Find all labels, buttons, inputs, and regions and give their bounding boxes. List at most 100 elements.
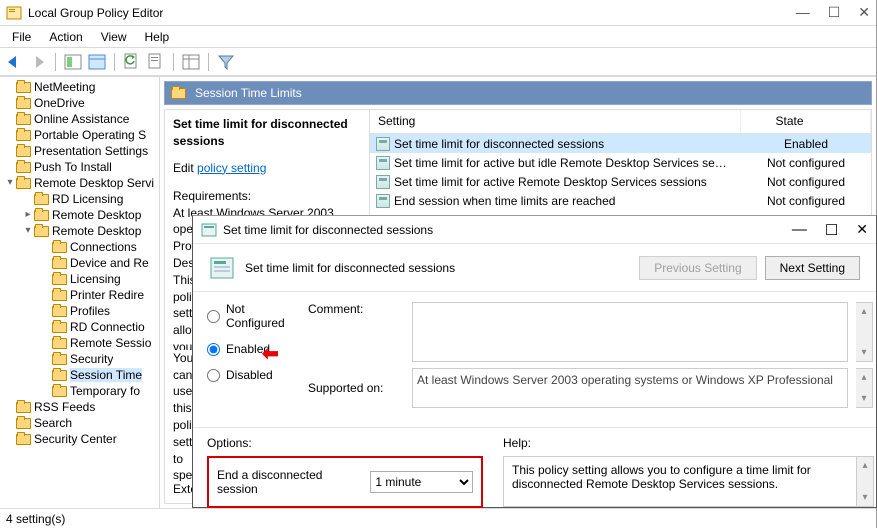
setting-row[interactable]: Set time limit for active but idle Remot… bbox=[370, 153, 871, 172]
tree-item[interactable]: Profiles bbox=[0, 303, 159, 319]
show-hide-tree-icon[interactable] bbox=[63, 52, 83, 72]
tree-item-label: Printer Redire bbox=[70, 288, 144, 302]
comment-textarea[interactable] bbox=[412, 302, 848, 362]
forward-icon bbox=[28, 52, 48, 72]
tree-item[interactable]: Online Assistance bbox=[0, 111, 159, 127]
tree-item-label: Licensing bbox=[70, 272, 121, 286]
dialog-subtitle: Set time limit for disconnected sessions bbox=[245, 261, 455, 275]
tree-item[interactable]: OneDrive bbox=[0, 95, 159, 111]
refresh-icon[interactable] bbox=[122, 52, 142, 72]
window-maximize-button[interactable]: ☐ bbox=[828, 4, 841, 21]
supported-on-text: At least Windows Server 2003 operating s… bbox=[412, 368, 848, 408]
annotation-arrow-icon: ➡ bbox=[262, 341, 279, 366]
tree-item[interactable]: Push To Install bbox=[0, 159, 159, 175]
folder-icon bbox=[52, 306, 67, 317]
tree-item[interactable]: Connections bbox=[0, 239, 159, 255]
tree-item-label: Security bbox=[70, 352, 113, 366]
setting-row[interactable]: End session when time limits are reached… bbox=[370, 191, 871, 210]
folder-icon bbox=[34, 194, 49, 205]
folder-icon bbox=[52, 258, 67, 269]
folder-icon bbox=[52, 354, 67, 365]
help-text: This policy setting allows you to config… bbox=[512, 463, 865, 500]
tree-item[interactable]: Search bbox=[0, 415, 159, 431]
tree-item[interactable]: Remote Sessio bbox=[0, 335, 159, 351]
policy-dialog: Set time limit for disconnected sessions… bbox=[192, 215, 877, 508]
tree-item[interactable]: Portable Operating S bbox=[0, 127, 159, 143]
setting-row[interactable]: Set time limit for disconnected sessions… bbox=[370, 134, 871, 153]
tree-item[interactable]: ▾ Remote Desktop Servi bbox=[0, 175, 159, 191]
tree-item[interactable]: Temporary fo bbox=[0, 383, 159, 399]
tree-item[interactable]: Licensing bbox=[0, 271, 159, 287]
back-icon[interactable] bbox=[4, 52, 24, 72]
menu-file[interactable]: File bbox=[4, 28, 39, 46]
tree-item[interactable]: ▾Remote Desktop bbox=[0, 223, 159, 239]
dialog-close-button[interactable]: ✕ bbox=[856, 221, 868, 239]
edit-policy-link[interactable]: policy setting bbox=[197, 161, 266, 175]
tree-item-label: Device and Re bbox=[70, 256, 149, 270]
tree-item-label: RD Licensing bbox=[52, 192, 123, 206]
menubar: File Action View Help bbox=[0, 26, 876, 48]
nav-tree[interactable]: NetMeetingOneDriveOnline AssistancePorta… bbox=[0, 77, 160, 508]
tree-item[interactable]: Security Center bbox=[0, 431, 159, 447]
tree-item[interactable]: Security bbox=[0, 351, 159, 367]
dialog-minimize-button[interactable]: — bbox=[792, 221, 807, 239]
app-icon bbox=[6, 5, 22, 21]
menu-action[interactable]: Action bbox=[41, 28, 90, 46]
folder-icon bbox=[52, 242, 67, 253]
folder-icon bbox=[16, 98, 31, 109]
next-setting-button[interactable]: Next Setting bbox=[765, 256, 860, 280]
supported-scrollbar[interactable]: ▴▾ bbox=[856, 368, 873, 408]
window-minimize-button[interactable]: — bbox=[796, 4, 810, 21]
menu-help[interactable]: Help bbox=[137, 28, 178, 46]
tree-item-label: RSS Feeds bbox=[34, 400, 95, 414]
setting-state: Enabled bbox=[741, 137, 871, 151]
folder-icon bbox=[52, 370, 67, 381]
help-scrollbar[interactable]: ▴▾ bbox=[856, 457, 873, 506]
list-icon[interactable] bbox=[181, 52, 201, 72]
tree-item[interactable]: NetMeeting bbox=[0, 79, 159, 95]
tree-item[interactable]: RSS Feeds bbox=[0, 399, 159, 415]
folder-icon bbox=[52, 386, 67, 397]
folder-icon bbox=[16, 82, 31, 93]
tree-item[interactable]: Printer Redire bbox=[0, 287, 159, 303]
tree-item[interactable]: ▸Remote Desktop bbox=[0, 207, 159, 223]
setting-icon bbox=[376, 175, 390, 189]
edit-label: Edit bbox=[173, 161, 197, 175]
banner-title: Session Time Limits bbox=[195, 86, 302, 100]
export-icon[interactable] bbox=[146, 52, 166, 72]
folder-icon bbox=[34, 210, 49, 221]
toolbar bbox=[0, 48, 876, 76]
folder-icon bbox=[16, 178, 31, 189]
menu-view[interactable]: View bbox=[93, 28, 135, 46]
setting-state: Not configured bbox=[741, 175, 871, 189]
setting-state: Not configured bbox=[741, 194, 871, 208]
setting-row[interactable]: Set time limit for active Remote Desktop… bbox=[370, 172, 871, 191]
tree-item[interactable]: RD Connectio bbox=[0, 319, 159, 335]
expand-glyph[interactable]: ▾ bbox=[4, 175, 16, 191]
window-close-button[interactable]: ✕ bbox=[858, 4, 870, 21]
column-state[interactable]: State bbox=[741, 110, 871, 133]
properties-icon[interactable] bbox=[87, 52, 107, 72]
expand-glyph[interactable]: ▸ bbox=[22, 207, 34, 223]
tree-item[interactable]: RD Licensing bbox=[0, 191, 159, 207]
tree-item[interactable]: Device and Re bbox=[0, 255, 159, 271]
radio-enabled[interactable]: Enabled bbox=[207, 342, 300, 356]
tree-item-label: Profiles bbox=[70, 304, 110, 318]
column-setting[interactable]: Setting bbox=[370, 110, 741, 133]
radio-disabled[interactable]: Disabled bbox=[207, 368, 300, 382]
options-label: Options: bbox=[207, 436, 483, 450]
radio-not-configured[interactable]: Not Configured bbox=[207, 302, 300, 330]
comment-scrollbar[interactable]: ▴▾ bbox=[856, 302, 873, 362]
setting-state: Not configured bbox=[741, 156, 871, 170]
setting-icon bbox=[376, 194, 390, 208]
tree-item[interactable]: Session Time bbox=[0, 367, 159, 383]
dialog-maximize-button[interactable]: ☐ bbox=[825, 221, 838, 239]
option-end-session-select[interactable]: 1 minute bbox=[370, 471, 473, 493]
tree-item-label: Connections bbox=[70, 240, 137, 254]
tree-item[interactable]: Presentation Settings bbox=[0, 143, 159, 159]
tree-item-label: Remote Desktop Servi bbox=[34, 176, 154, 190]
folder-icon bbox=[16, 114, 31, 125]
tree-item-label: Temporary fo bbox=[70, 384, 140, 398]
expand-glyph[interactable]: ▾ bbox=[22, 223, 34, 239]
filter-icon[interactable] bbox=[216, 52, 236, 72]
